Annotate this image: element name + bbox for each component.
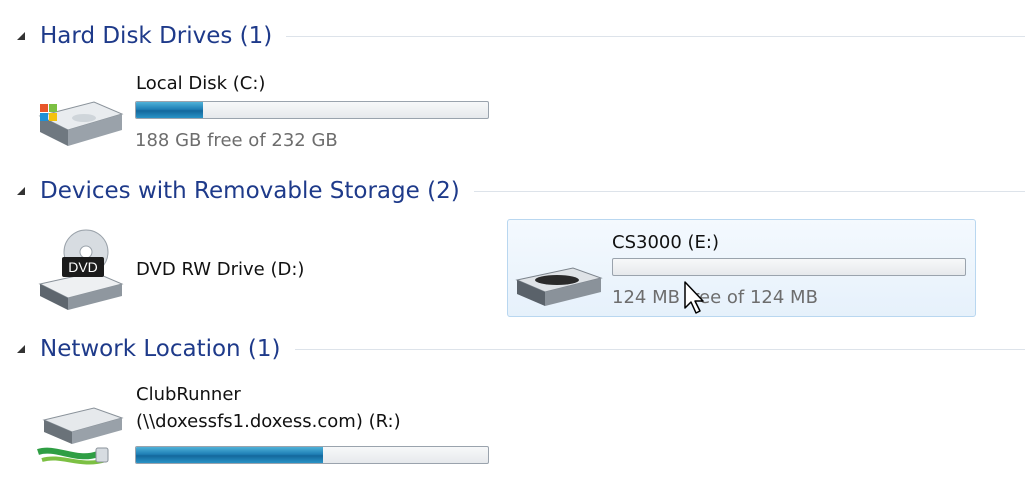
group-header-removable-storage[interactable]: Devices with Removable Storage (2) [14,174,1025,208]
free-space-text: 188 GB free of 232 GB [135,130,338,151]
drive-name: Local Disk (C:) [136,73,266,94]
drive-name-line2: (\\doxessfs1.doxess.com) (R:) [136,411,401,432]
dvd-logo-text: DVD [68,259,98,275]
free-space-text: 124 MB free of 124 MB [612,287,818,308]
mouse-cursor-icon [683,280,707,320]
storage-usage-fill [136,447,323,463]
group-title: Devices with Removable Storage (2) [40,178,460,204]
collapse-triangle-icon[interactable] [14,184,28,198]
collapse-triangle-icon[interactable] [14,342,28,356]
group-divider [473,190,1025,192]
storage-usage-bar [135,101,489,119]
storage-usage-bar [612,258,966,276]
group-divider [286,35,1025,37]
drive-name: DVD RW Drive (D:) [136,259,305,280]
group-header-hard-disk-drives[interactable]: Hard Disk Drives (1) [14,19,1025,53]
collapse-triangle-icon[interactable] [14,29,28,43]
drive-name: CS3000 (E:) [612,232,720,253]
group-header-network-location[interactable]: Network Location (1) [14,332,1025,366]
group-divider [294,348,1025,350]
dvd-drive-icon: DVD [36,228,126,318]
removable-drive-icon [513,262,605,316]
network-drive-icon [36,402,128,476]
storage-usage-fill [136,102,203,118]
windows-hard-disk-icon [34,94,126,156]
storage-usage-bar [135,446,489,464]
group-title: Network Location (1) [40,336,281,362]
drive-name-line1: ClubRunner [136,384,241,405]
group-title: Hard Disk Drives (1) [40,23,273,49]
